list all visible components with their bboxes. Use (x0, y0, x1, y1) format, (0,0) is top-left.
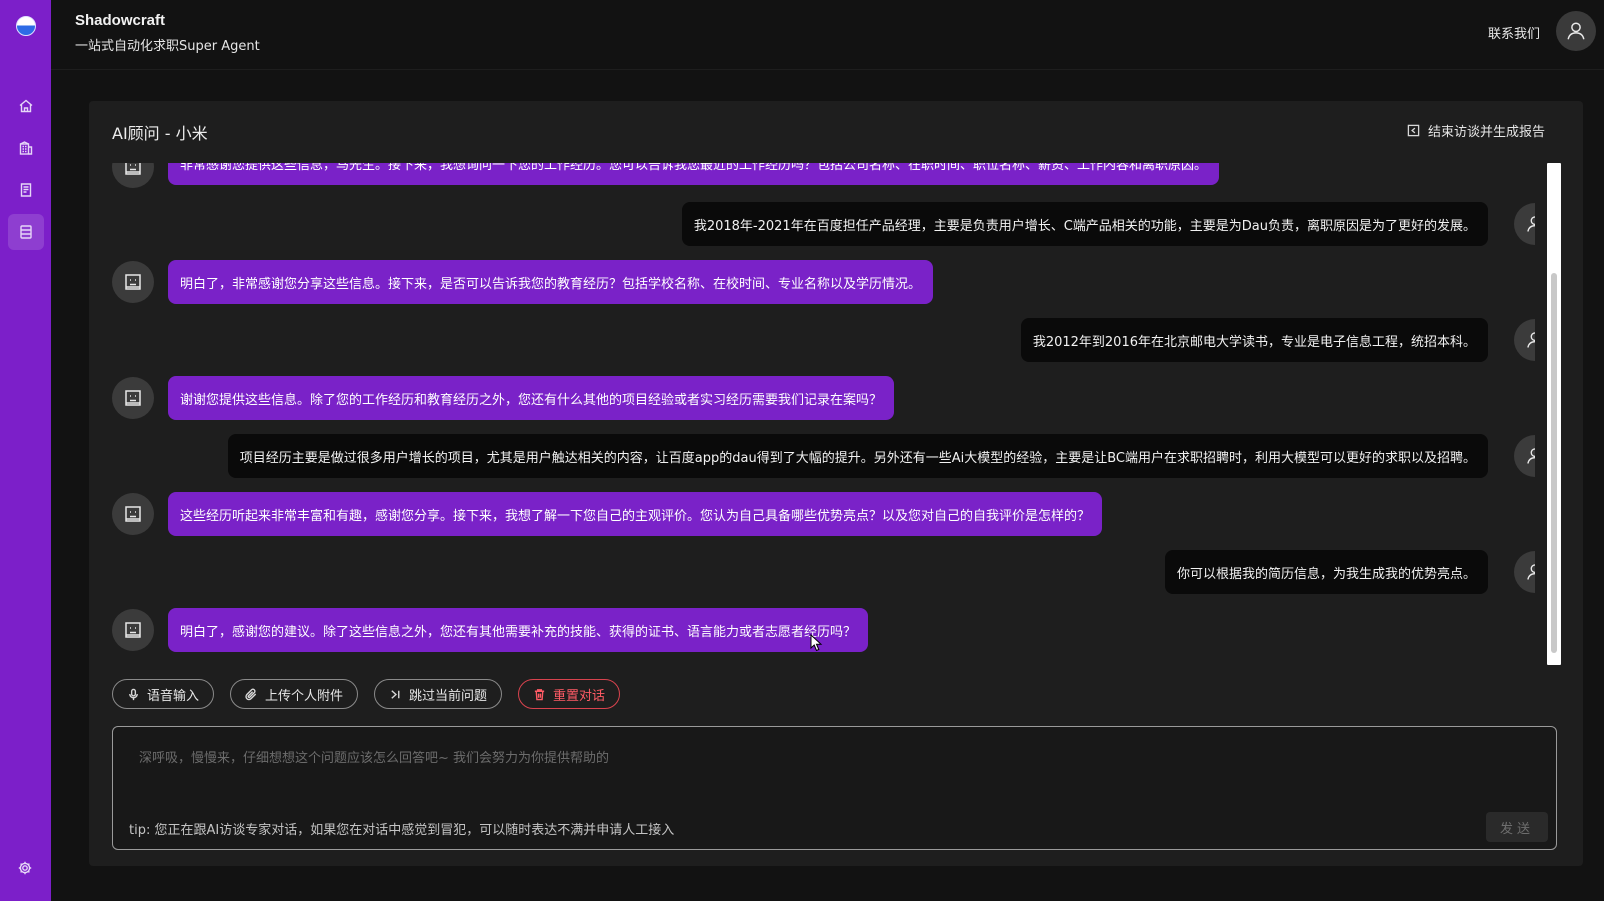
skip-icon (391, 689, 400, 699)
skip-question-label: 跳过当前问题 (409, 687, 488, 703)
user-message-avatar (1514, 551, 1535, 593)
bot-message: 明白了，感谢您的建议。除了这些信息之外，您还有其他需要补充的技能、获得的证书、语… (168, 608, 869, 652)
bot-avatar (112, 377, 154, 419)
composer-tip: tip: 您正在跟AI访谈专家对话，如果您在对话中感觉到冒犯，可以随时表达不满并… (129, 823, 675, 838)
bot-message: 这些经历听起来非常丰富和有趣，感谢您分享。接下来，我想了解一下您自己的主观评价。… (168, 492, 1103, 536)
bot-message: 明白了，非常感谢您分享这些信息。接下来，是否可以告诉我您的教育经历？包括学校名称… (168, 260, 934, 304)
message-composer: tip: 您正在跟AI访谈专家对话，如果您在对话中感觉到冒犯，可以随时表达不满并… (112, 726, 1557, 850)
bot-avatar (112, 493, 154, 535)
document-icon (20, 183, 31, 197)
robot-icon (125, 274, 141, 290)
app-logo[interactable] (15, 16, 36, 36)
user-message-avatar (1514, 203, 1535, 245)
send-button[interactable]: 发送 (1486, 812, 1548, 842)
gear-icon (18, 861, 32, 875)
voice-input-button[interactable]: 语音输入 (112, 679, 215, 709)
upload-attachment-label: 上传个人附件 (265, 687, 344, 703)
end-interview-label: 结束访谈并生成报告 (1427, 125, 1545, 140)
list-icon (19, 225, 32, 239)
contact-us-link[interactable]: 联系我们 (1488, 23, 1540, 42)
upload-attachment-button[interactable]: 上传个人附件 (230, 679, 359, 709)
user-message: 你可以根据我的简历信息，为我生成我的优势亮点。 (1164, 550, 1488, 594)
message-list[interactable]: 非常感谢您提供这些信息，马先生。接下来，我想询问一下您的工作经历。您可以告诉我您… (112, 163, 1535, 665)
sidebar-item-interview[interactable] (7, 214, 44, 250)
panel-title: AI顾问 - 小米 (112, 124, 208, 143)
user-message: 我2018年-2021年在百度担任产品经理，主要是负责用户增长、C端产品相关的功… (681, 202, 1488, 246)
app-title: Shadowcraft (75, 12, 166, 29)
user-message: 我2012年到2016年在北京邮电大学读书，专业是电子信息工程，统招本科。 (1020, 318, 1488, 362)
robot-icon (125, 622, 141, 638)
user-message: 项目经历主要是做过很多用户增长的项目，尤其是用户触达相关的内容，让百度app的d… (227, 434, 1488, 478)
robot-icon (125, 163, 141, 175)
bot-message: 非常感谢您提供这些信息，马先生。接下来，我想询问一下您的工作经历。您可以告诉我您… (168, 163, 1220, 185)
scrollbar-thumb[interactable] (1551, 273, 1557, 653)
action-bar: 语音输入 上传个人附件 跳过当前问题 重置对话 (112, 679, 621, 709)
user-icon (1527, 216, 1535, 232)
reset-conversation-label: 重置对话 (553, 687, 606, 703)
user-icon (1527, 564, 1535, 580)
robot-icon (125, 390, 141, 406)
bot-avatar (112, 163, 154, 188)
sidebar-item-company[interactable] (8, 130, 44, 166)
microphone-icon (129, 688, 138, 700)
user-message-avatar (1514, 319, 1535, 361)
user-icon (1567, 22, 1585, 40)
building-icon (19, 141, 32, 155)
chat-scrollbar[interactable] (1547, 163, 1561, 665)
home-icon (19, 99, 32, 113)
voice-input-label: 语音输入 (147, 687, 200, 703)
skip-question-button[interactable]: 跳过当前问题 (374, 679, 503, 709)
user-icon (1527, 448, 1535, 464)
trash-icon (534, 688, 545, 700)
mouse-cursor-icon (810, 634, 823, 652)
paperclip-icon (245, 688, 257, 700)
bot-message: 谢谢您提供这些信息。除了您的工作经历和教育经历之外，您还有什么其他的项目经验或者… (168, 376, 895, 420)
app-subtitle: 一站式自动化求职Super Agent (75, 39, 260, 54)
robot-icon (125, 506, 141, 522)
sidebar-nav (7, 88, 44, 250)
sidebar-item-home[interactable] (8, 88, 44, 124)
bot-avatar (112, 261, 154, 303)
exit-icon (1407, 124, 1420, 137)
chat-panel: AI顾问 - 小米 结束访谈并生成报告 非常感谢您提供这些信息，马先生。接下来，… (89, 101, 1583, 866)
sidebar (0, 0, 51, 901)
user-message-avatar (1514, 435, 1535, 477)
user-icon (1527, 332, 1535, 348)
user-avatar[interactable] (1556, 11, 1596, 51)
bot-avatar (112, 609, 154, 651)
reset-conversation-button[interactable]: 重置对话 (518, 679, 621, 709)
end-interview-button[interactable]: 结束访谈并生成报告 (1407, 121, 1545, 140)
settings-button[interactable] (10, 853, 40, 883)
sidebar-item-resume[interactable] (8, 172, 44, 208)
message-input[interactable] (113, 727, 1556, 807)
top-bar: Shadowcraft 一站式自动化求职Super Agent 联系我们 (51, 0, 1604, 70)
